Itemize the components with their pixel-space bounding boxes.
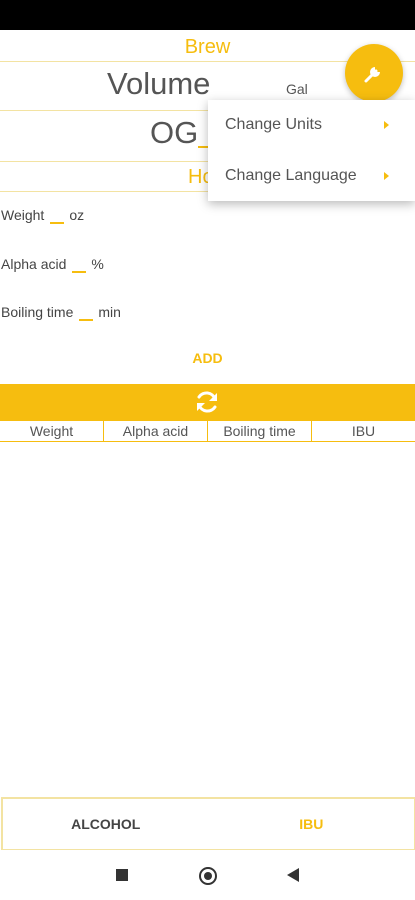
system-nav-bar: [0, 850, 415, 900]
boiling-time-field: Boiling time min: [1, 304, 121, 321]
menu-item-change-language[interactable]: Change Language: [208, 151, 415, 201]
weight-input[interactable]: [50, 210, 65, 224]
weight-label: Weight: [1, 207, 45, 223]
tab-alcohol[interactable]: ALCOHOL: [3, 799, 209, 849]
home-icon[interactable]: [199, 867, 217, 885]
menu-item-change-units[interactable]: Change Units: [208, 100, 415, 150]
alpha-acid-label: Alpha acid: [1, 256, 67, 272]
table-header: Weight Alpha acid Boiling time IBU: [0, 420, 415, 442]
volume-label: Volume: [107, 66, 211, 101]
volume-unit: Gal: [286, 81, 308, 97]
bottom-tabs: ALCOHOL IBU: [1, 797, 415, 851]
weight-field: Weight oz: [1, 207, 84, 224]
menu-item-label: Change Units: [225, 116, 322, 133]
weight-unit: oz: [69, 207, 85, 223]
column-weight: Weight: [0, 421, 104, 441]
og-label: OG: [150, 115, 199, 150]
recents-icon[interactable]: [116, 869, 128, 881]
column-boiling-time: Boiling time: [208, 421, 312, 441]
tab-ibu[interactable]: IBU: [209, 799, 415, 849]
column-alpha-acid: Alpha acid: [104, 421, 208, 441]
chevron-right-icon: [384, 121, 389, 129]
back-icon[interactable]: [287, 868, 299, 882]
settings-fab[interactable]: [345, 44, 403, 102]
boiling-time-unit: min: [98, 304, 121, 320]
alpha-acid-input[interactable]: [72, 259, 87, 273]
boiling-time-input[interactable]: [79, 307, 94, 321]
popup-menu: Change Units Change Language: [208, 100, 415, 201]
wrench-icon: [364, 67, 380, 83]
add-button[interactable]: ADD: [0, 350, 415, 366]
column-ibu: IBU: [351, 423, 376, 439]
alpha-acid-unit: %: [91, 256, 104, 272]
boiling-time-label: Boiling time: [1, 304, 74, 320]
refresh-icon[interactable]: [193, 388, 221, 416]
alpha-acid-field: Alpha acid%: [1, 256, 104, 273]
menu-item-label: Change Language: [225, 167, 357, 184]
chevron-right-icon: [384, 172, 389, 180]
status-bar: [0, 0, 415, 30]
